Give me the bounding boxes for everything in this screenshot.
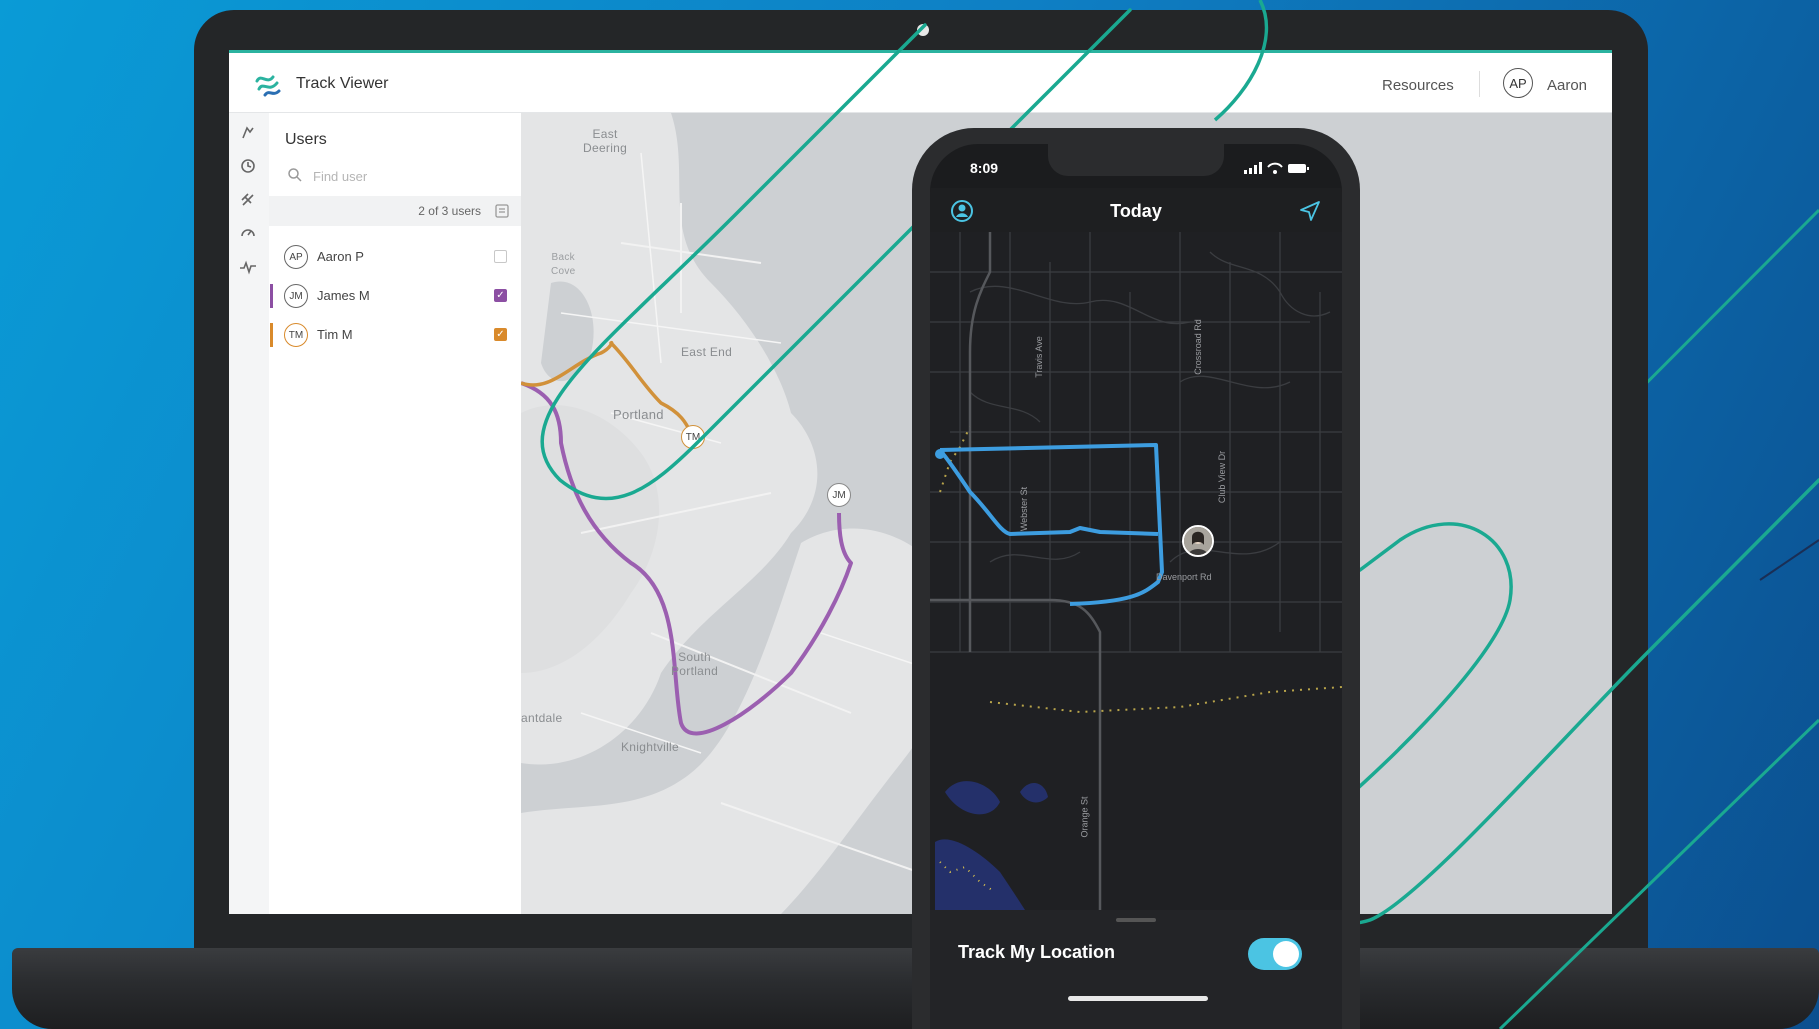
- person-photo-icon: [1184, 527, 1212, 555]
- status-time: 8:09: [970, 160, 999, 176]
- nav-title: Today: [1110, 201, 1162, 221]
- user-location-avatar[interactable]: [1182, 525, 1214, 557]
- phone-notch: [1048, 144, 1224, 176]
- home-indicator: [1068, 996, 1208, 1001]
- phone: 8:09 Today Travis Ave Crossroad Rd Webst…: [912, 128, 1360, 1029]
- phone-map-canvas: [930, 232, 1342, 910]
- location-arrow-icon[interactable]: [1298, 199, 1322, 223]
- bottom-sheet: Track My Location: [930, 910, 1342, 1029]
- street-label: Travis Ave: [1033, 336, 1044, 378]
- street-label: Club View Dr: [1217, 450, 1228, 504]
- street-label: Orange St: [1079, 796, 1090, 838]
- track-location-toggle[interactable]: [1248, 938, 1302, 970]
- foreground-decoration: [540, 0, 1819, 1029]
- street-label: Davenport Rd: [1156, 572, 1212, 582]
- toggle-knob: [1273, 941, 1299, 967]
- phone-map[interactable]: Travis Ave Crossroad Rd Webster St Club …: [930, 232, 1342, 910]
- phone-nav-bar: Today: [930, 188, 1342, 232]
- status-icons: [1244, 162, 1309, 174]
- sheet-handle[interactable]: [1116, 918, 1156, 922]
- phone-screen: 8:09 Today Travis Ave Crossroad Rd Webst…: [930, 144, 1342, 1029]
- street-label: Crossroad Rd: [1192, 319, 1203, 375]
- street-label: Webster St: [1019, 486, 1030, 532]
- track-my-location-label: Track My Location: [958, 942, 1116, 962]
